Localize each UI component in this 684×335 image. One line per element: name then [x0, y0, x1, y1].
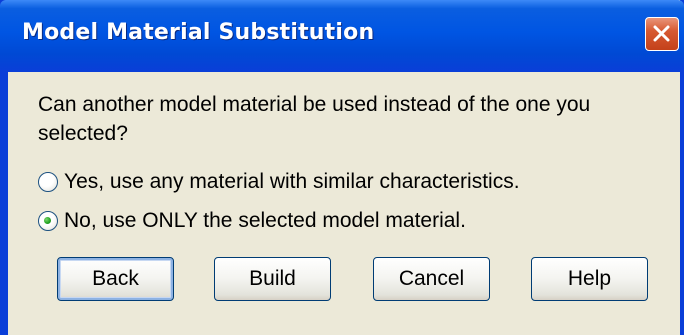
- close-icon: [653, 25, 670, 42]
- dialog-content: Can another model material be used inste…: [8, 72, 680, 335]
- radio-selected-dot: [44, 217, 51, 224]
- radio-button-selected[interactable]: [38, 211, 58, 231]
- help-button[interactable]: Help: [531, 257, 648, 301]
- close-button[interactable]: [645, 17, 679, 51]
- option-no-radio[interactable]: No, use ONLY the selected model material…: [38, 206, 466, 236]
- back-button[interactable]: Back: [57, 257, 174, 301]
- option-yes-radio[interactable]: Yes, use any material with similar chara…: [38, 167, 520, 197]
- option-no-label[interactable]: No, use ONLY the selected model material…: [64, 209, 466, 233]
- question-text: Can another model material be used inste…: [38, 93, 591, 145]
- cancel-button[interactable]: Cancel: [373, 257, 490, 301]
- option-yes-label[interactable]: Yes, use any material with similar chara…: [64, 170, 520, 194]
- dialog-window: Model Material Substitution Can another …: [0, 0, 684, 335]
- title-bar[interactable]: Model Material Substitution: [0, 0, 684, 72]
- build-button[interactable]: Build: [214, 257, 331, 301]
- window-title: Model Material Substitution: [22, 20, 375, 45]
- radio-button-unselected[interactable]: [38, 172, 58, 192]
